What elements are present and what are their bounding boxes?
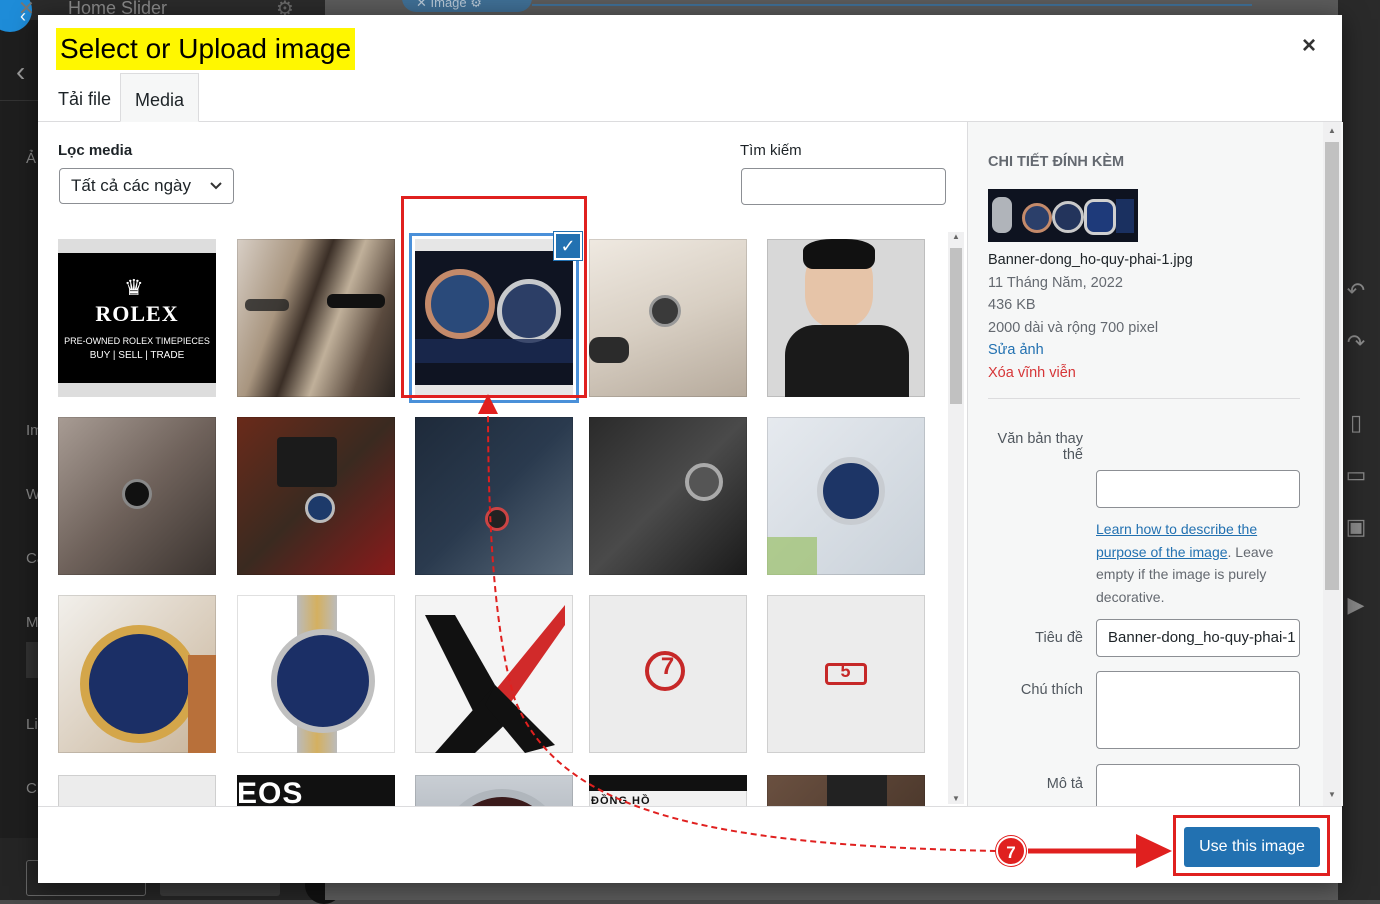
media-tile[interactable]: 5 bbox=[767, 595, 925, 753]
attachment-heading: Chi tiết đính kèm bbox=[988, 154, 1125, 170]
scroll-down-arrow-icon[interactable]: ▼ bbox=[1326, 790, 1338, 799]
field-label-fragment: Ả bbox=[26, 150, 37, 167]
close-icon[interactable]: ✕ bbox=[18, 0, 35, 21]
field-input-fragment bbox=[26, 642, 38, 678]
media-tile[interactable] bbox=[589, 239, 747, 397]
caption-label: Chú thích bbox=[1020, 682, 1083, 698]
tab-media[interactable]: Media bbox=[120, 73, 200, 122]
media-tile[interactable] bbox=[58, 775, 216, 806]
edit-image-link[interactable]: Sửa ảnh bbox=[988, 342, 1044, 358]
redo-icon[interactable]: ↷ bbox=[1344, 330, 1368, 356]
media-tile[interactable] bbox=[415, 775, 573, 806]
scroll-up-arrow-icon[interactable]: ▲ bbox=[1326, 126, 1338, 135]
tile-logo-text: ĐỒNG HỒ bbox=[591, 795, 651, 806]
modal-title: Select or Upload image bbox=[56, 28, 356, 70]
attachment-date: 11 Tháng Năm, 2022 bbox=[988, 275, 1123, 291]
media-tile[interactable] bbox=[767, 239, 925, 397]
mobile-icon[interactable]: ▯ bbox=[1344, 410, 1368, 436]
media-tile[interactable] bbox=[58, 595, 216, 753]
media-tile-selected[interactable] bbox=[415, 239, 573, 397]
title-label: Tiêu đề bbox=[1035, 630, 1083, 646]
field-label-fragment: Li bbox=[26, 716, 38, 733]
tablet-icon[interactable]: ▭ bbox=[1344, 462, 1368, 488]
media-tile[interactable] bbox=[767, 417, 925, 575]
media-tile[interactable] bbox=[237, 239, 395, 397]
media-tile[interactable]: ĐỒNG HỒ bbox=[589, 775, 747, 806]
attachment-size: 436 KB bbox=[988, 297, 1036, 313]
attachment-dimensions: 2000 dài và rộng 700 pixel bbox=[988, 320, 1159, 336]
attachment-thumbnail bbox=[988, 189, 1138, 242]
divider bbox=[988, 398, 1300, 399]
modal-footer: Use this image bbox=[38, 806, 1342, 883]
media-tile[interactable] bbox=[415, 595, 573, 753]
media-tile[interactable]: 7 bbox=[589, 595, 747, 753]
attachment-details: Chi tiết đính kèm Banner-dong_ho-quy-pha… bbox=[967, 122, 1343, 806]
alt-text-label: Văn bản thay thế bbox=[973, 431, 1083, 463]
tile-logo-text: ROLEX bbox=[95, 301, 179, 326]
alt-text-label-line2: thế bbox=[1062, 447, 1083, 463]
alt-text-help: Learn how to describe the purpose of the… bbox=[1096, 518, 1296, 608]
delete-permanently-link[interactable]: Xóa vĩnh viễn bbox=[988, 365, 1076, 381]
attachment-filename: Banner-dong_ho-quy-phai-1.jpg bbox=[988, 252, 1193, 268]
crown-icon: ♛ bbox=[124, 275, 144, 300]
grid-scrollbar-thumb[interactable] bbox=[950, 248, 962, 404]
checkmark-icon[interactable]: ✓ bbox=[554, 232, 582, 260]
desktop-icon[interactable]: ▣ bbox=[1344, 514, 1368, 540]
use-this-image-button[interactable]: Use this image bbox=[1184, 827, 1320, 867]
step-number-badge: 7 bbox=[996, 836, 1026, 866]
media-browser: Lọc media Tất cả các ngày Tìm kiếm ♛ ROL… bbox=[38, 122, 966, 806]
media-grid: ♛ ROLEX PRE-OWNED ROLEX TIMEPIECES BUY |… bbox=[38, 122, 966, 806]
media-tile[interactable]: EOS bbox=[237, 775, 395, 806]
caption-textarea[interactable] bbox=[1096, 671, 1300, 749]
title-input[interactable]: Banner-dong_ho-quy-phai-1 bbox=[1096, 619, 1300, 657]
media-tile[interactable] bbox=[415, 417, 573, 575]
scroll-up-arrow-icon[interactable]: ▲ bbox=[950, 232, 962, 241]
description-label: Mô tả bbox=[1046, 776, 1083, 792]
media-modal: Select or Upload image × Tải file Media … bbox=[38, 15, 1343, 883]
sidebar-scrollbar-thumb[interactable] bbox=[1325, 142, 1339, 590]
pill-label: Image bbox=[430, 0, 467, 10]
tile-logo-text: 5 bbox=[840, 661, 852, 681]
tab-upload[interactable]: Tải file bbox=[44, 73, 125, 121]
tile-logo-text: 7 bbox=[660, 653, 676, 680]
tile-logo-text: EOS bbox=[237, 777, 304, 806]
alt-text-label-line1: Văn bản thay bbox=[997, 431, 1083, 447]
tile-logo-sub: PRE-OWNED ROLEX TIMEPIECES bbox=[64, 336, 210, 346]
undo-icon[interactable]: ↶ bbox=[1344, 278, 1368, 304]
media-tile[interactable] bbox=[767, 775, 925, 806]
media-tile[interactable] bbox=[589, 417, 747, 575]
media-tile[interactable] bbox=[237, 417, 395, 575]
toolbar-right bbox=[1338, 0, 1380, 900]
description-textarea[interactable] bbox=[1096, 764, 1300, 806]
media-tile[interactable] bbox=[237, 595, 395, 753]
media-tile[interactable] bbox=[58, 417, 216, 575]
image-element-pill: ✕ Image ⚙ bbox=[402, 0, 532, 12]
close-icon[interactable]: × bbox=[1294, 31, 1324, 61]
media-tile[interactable]: ♛ ROLEX PRE-OWNED ROLEX TIMEPIECES BUY |… bbox=[58, 239, 216, 397]
field-label-fragment: M bbox=[26, 614, 39, 631]
tile-logo-sub2: BUY | SELL | TRADE bbox=[89, 350, 185, 361]
back-arrow-icon[interactable]: ‹ bbox=[16, 56, 25, 88]
scroll-down-arrow-icon[interactable]: ▼ bbox=[950, 794, 962, 803]
play-icon[interactable]: ▶ bbox=[1344, 592, 1368, 618]
alt-text-input[interactable] bbox=[1096, 470, 1300, 508]
modal-tabs: Tải file Media bbox=[38, 73, 1342, 122]
selection-outline bbox=[532, 4, 1252, 6]
